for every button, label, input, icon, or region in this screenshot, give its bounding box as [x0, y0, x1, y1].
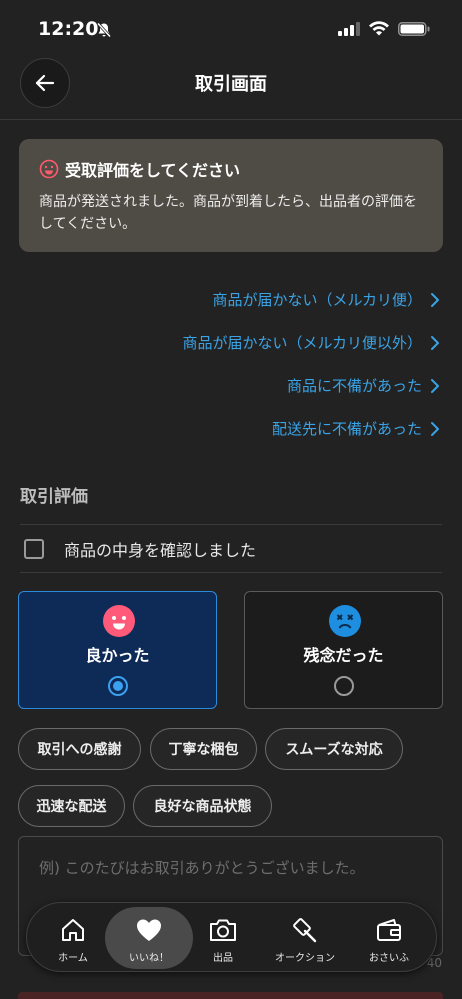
nav-sell[interactable]: 出品 [183, 903, 263, 973]
tag-good-condition[interactable]: 良好な商品状態 [133, 785, 272, 827]
link-not-delivered-other[interactable]: 商品が届かない（メルカリ便以外） [20, 321, 440, 364]
page-title: 取引画面 [195, 74, 267, 95]
link-not-delivered-mercari[interactable]: 商品が届かない（メルカリ便） [20, 278, 440, 321]
submit-button-edge[interactable] [18, 992, 443, 999]
bell-off-icon [96, 22, 112, 38]
rating-bad-card[interactable]: 残念だった [244, 591, 443, 709]
status-bar: 12:20 [0, 0, 462, 56]
nav-home[interactable]: ホーム [33, 903, 113, 973]
nav-auction[interactable]: オークション [265, 903, 345, 973]
status-time: 12:20 [38, 18, 99, 40]
rating-bad-label: 残念だった [303, 646, 384, 665]
signal-icon [338, 22, 360, 36]
confirm-contents-row[interactable]: 商品の中身を確認しました [20, 524, 442, 573]
nav-likes[interactable]: いいね！ [105, 907, 193, 969]
chevron-right-icon [431, 378, 439, 393]
rating-good-radio[interactable] [108, 676, 128, 696]
tag-careful-packing[interactable]: 丁寧な梱包 [150, 728, 257, 770]
heart-icon [137, 919, 161, 941]
comment-placeholder: 例) このたびはお取引ありがとうございました。 [39, 859, 365, 877]
chevron-right-icon [431, 421, 439, 436]
sad-face-icon [329, 605, 361, 637]
battery-icon [398, 22, 430, 36]
help-links: 商品が届かない（メルカリ便） 商品が届かない（メルカリ便以外） 商品に不備があっ… [20, 278, 440, 450]
camera-icon [210, 919, 236, 941]
chevron-right-icon [431, 335, 439, 350]
link-item-defect[interactable]: 商品に不備があった [20, 364, 440, 407]
tag-fast-shipping[interactable]: 迅速な配送 [18, 785, 125, 827]
confirm-contents-checkbox[interactable] [24, 538, 44, 559]
section-title: 取引評価 [20, 487, 88, 507]
bottom-nav: ホーム いいね！ 出品 オークション おさいふ [26, 902, 437, 972]
happy-face-icon [103, 605, 135, 637]
gavel-icon [293, 918, 317, 943]
tag-smooth-response[interactable]: スムーズな対応 [265, 728, 403, 770]
notice-card: 受取評価をしてください 商品が発送されました。商品が到着したら、出品者の評価をし… [19, 139, 443, 252]
rating-good-label: 良かった [85, 646, 150, 665]
rating-bad-radio[interactable] [334, 676, 354, 696]
smile-icon [39, 159, 59, 179]
home-icon [62, 919, 84, 941]
wifi-icon [369, 21, 389, 36]
chevron-right-icon [431, 292, 439, 307]
tag-thanks[interactable]: 取引への感謝 [18, 728, 141, 770]
nav-wallet[interactable]: おさいふ [349, 903, 429, 973]
wallet-icon [377, 919, 401, 941]
link-address-defect[interactable]: 配送先に不備があった [20, 407, 440, 450]
confirm-contents-label: 商品の中身を確認しました [64, 540, 257, 560]
notice-title: 受取評価をしてください [65, 161, 241, 180]
header: 取引画面 [0, 56, 462, 120]
rating-good-card[interactable]: 良かった [18, 591, 217, 709]
notice-body: 商品が発送されました。商品が到着したら、出品者の評価をしてください。 [39, 194, 417, 232]
